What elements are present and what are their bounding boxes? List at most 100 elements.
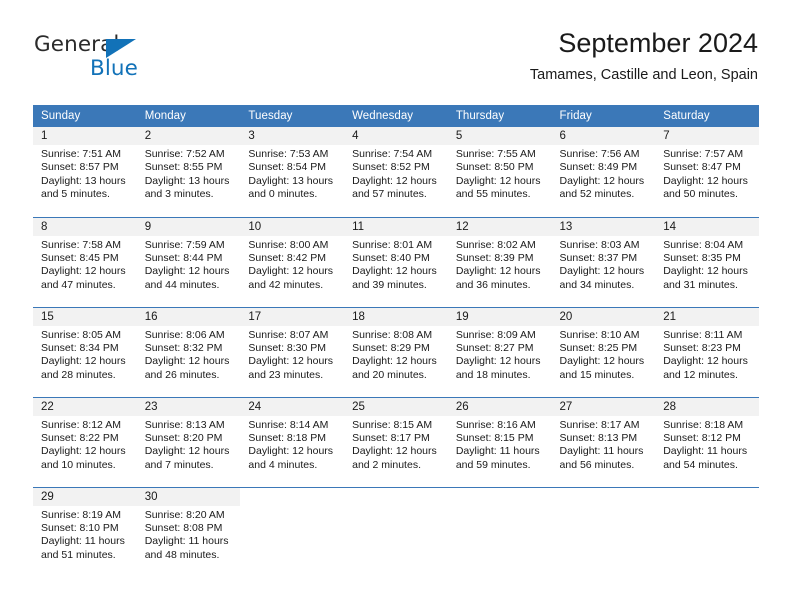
sunrise-text: Sunrise: 7:55 AM [455,148,536,160]
calendar-week-row: 22 Sunrise: 8:12 AM Sunset: 8:22 PM Dayligh… [33,396,759,487]
daylight-text-line1: Daylight: 12 hours [248,265,334,278]
day-details: Sunrise: 8:14 AM Sunset: 8:18 PM Daylight:… [240,416,344,473]
day-cell[interactable]: 18 Sunrise: 8:08 AM Sunset: 8:29 PM Dayligh… [344,306,448,397]
daylight-text-line1: Daylight: 12 hours [559,355,645,368]
sunrise-text: Sunrise: 8:09 AM [455,328,536,341]
day-details: Sunrise: 7:55 AM Sunset: 8:50 PM Daylight:… [448,145,552,202]
daylight-text-line1: Daylight: 12 hours [663,265,748,278]
sunset-text: Sunset: 8:29 PM [352,341,430,354]
daylight-text-line2: and 0 minutes. [248,188,318,201]
sunrise-text: Sunrise: 8:00 AM [248,238,329,251]
day-cell[interactable]: 19 Sunrise: 8:09 AM Sunset: 8:27 PM Dayligh… [447,306,552,397]
daylight-text-line2: and 50 minutes. [663,188,738,201]
sunset-text: Sunset: 8:34 PM [41,341,119,354]
day-cell[interactable]: 25 Sunrise: 8:15 AM Sunset: 8:17 PM Dayligh… [344,396,448,487]
day-cell[interactable]: 11 Sunrise: 8:01 AM Sunset: 8:40 PM Dayligh… [344,216,448,307]
weekday-header-monday: Monday [136,105,241,127]
daylight-text-line1: Daylight: 11 hours [41,535,125,548]
day-cell[interactable]: 23 Sunrise: 8:13 AM Sunset: 8:20 PM Dayligh… [136,396,241,487]
daylight-text-line2: and 59 minutes. [455,458,531,471]
day-number: 1 [33,127,137,145]
calendar-week-row: 15 Sunrise: 8:05 AM Sunset: 8:34 PM Dayligh… [33,306,759,397]
day-number: 12 [447,217,552,236]
day-cell[interactable]: 10 Sunrise: 8:00 AM Sunset: 8:42 PM Dayligh… [240,216,345,307]
day-cell[interactable]: 20 Sunrise: 8:10 AM Sunset: 8:25 PM Dayligh… [551,306,656,397]
day-cell[interactable]: 30 Sunrise: 8:20 AM Sunset: 8:08 PM Dayligh… [136,486,241,577]
sunset-text: Sunset: 8:44 PM [144,251,223,264]
daylight-text-line1: Daylight: 11 hours [144,535,229,548]
daylight-text-line1: Daylight: 12 hours [144,265,230,278]
sunrise-text: Sunrise: 8:14 AM [248,418,329,431]
day-cell[interactable]: 29 Sunrise: 8:19 AM Sunset: 8:10 PM Dayligh… [33,486,137,577]
daylight-text-line2: and 7 minutes. [144,458,214,471]
daylight-text-line2: and 44 minutes. [144,278,220,291]
day-cell[interactable]: 1 Sunrise: 7:51 AM Sunset: 8:57 PM Daylight… [33,127,137,217]
day-cell[interactable]: 3 Sunrise: 7:53 AM Sunset: 8:54 PM Daylight… [240,127,345,217]
daylight-text-line2: and 26 minutes. [144,368,220,381]
daylight-text-line1: Daylight: 12 hours [144,445,230,458]
day-cell[interactable]: 5 Sunrise: 7:55 AM Sunset: 8:50 PM Daylight… [447,127,552,217]
day-cell[interactable]: 17 Sunrise: 8:07 AM Sunset: 8:30 PM Dayligh… [240,306,345,397]
day-cell[interactable]: 14 Sunrise: 8:04 AM Sunset: 8:35 PM Dayligh… [655,216,759,307]
daylight-text-line1: Daylight: 12 hours [663,174,748,187]
sunrise-text: Sunrise: 7:51 AM [41,148,121,160]
daylight-text-line2: and 47 minutes. [41,278,116,291]
day-cell[interactable]: 12 Sunrise: 8:02 AM Sunset: 8:39 PM Dayligh… [447,216,552,307]
day-details: Sunrise: 7:51 AM Sunset: 8:57 PM Daylight:… [33,145,137,202]
day-number: 9 [136,217,241,236]
day-cell[interactable]: 27 Sunrise: 8:17 AM Sunset: 8:13 PM Dayligh… [551,396,656,487]
sunrise-text: Sunrise: 8:15 AM [352,418,433,431]
day-cell[interactable]: 22 Sunrise: 8:12 AM Sunset: 8:22 PM Dayligh… [33,396,137,487]
sunrise-text: Sunrise: 8:04 AM [663,238,744,251]
sunset-text: Sunset: 8:50 PM [455,161,534,174]
day-cell[interactable]: 16 Sunrise: 8:06 AM Sunset: 8:32 PM Dayligh… [136,306,241,397]
sunset-text: Sunset: 8:37 PM [559,251,638,264]
day-cell[interactable]: 13 Sunrise: 8:03 AM Sunset: 8:37 PM Dayligh… [551,216,656,307]
sunset-text: Sunset: 8:08 PM [144,521,223,534]
daylight-text-line2: and 4 minutes. [248,458,318,471]
day-number: 13 [551,217,656,236]
daylight-text-line1: Daylight: 12 hours [41,355,126,368]
sunrise-text: Sunrise: 8:12 AM [41,418,121,431]
daylight-text-line2: and 15 minutes. [559,368,635,381]
sunset-text: Sunset: 8:49 PM [559,161,638,174]
day-details: Sunrise: 8:07 AM Sunset: 8:30 PM Daylight:… [240,326,344,383]
weekday-header-saturday: Saturday [655,105,759,127]
day-details: Sunrise: 8:04 AM Sunset: 8:35 PM Daylight:… [655,236,759,293]
day-details: Sunrise: 8:11 AM Sunset: 8:23 PM Daylight:… [655,326,759,383]
daylight-text-line2: and 36 minutes. [455,278,531,291]
daylight-text-line2: and 51 minutes. [41,548,116,561]
day-cell[interactable]: 28 Sunrise: 8:18 AM Sunset: 8:12 PM Dayligh… [655,396,759,487]
day-details: Sunrise: 8:05 AM Sunset: 8:34 PM Daylight:… [33,326,137,383]
sunrise-text: Sunrise: 8:06 AM [144,328,225,341]
day-cell[interactable]: 15 Sunrise: 8:05 AM Sunset: 8:34 PM Dayligh… [33,306,137,397]
day-details: Sunrise: 8:17 AM Sunset: 8:13 PM Daylight:… [552,416,656,473]
sunrise-text: Sunrise: 7:54 AM [352,148,433,160]
day-cell[interactable]: 2 Sunrise: 7:52 AM Sunset: 8:55 PM Daylight… [136,127,241,217]
daylight-text-line1: Daylight: 13 hours [144,174,230,187]
day-number: 17 [240,307,345,326]
day-details: Sunrise: 8:19 AM Sunset: 8:10 PM Daylight:… [33,506,137,563]
day-cell[interactable]: 9 Sunrise: 7:59 AM Sunset: 8:44 PM Daylight… [136,216,241,307]
day-cell[interactable]: 4 Sunrise: 7:54 AM Sunset: 8:52 PM Daylight… [344,127,448,217]
day-cell[interactable]: 24 Sunrise: 8:14 AM Sunset: 8:18 PM Dayligh… [240,396,345,487]
day-cell[interactable]: 26 Sunrise: 8:16 AM Sunset: 8:15 PM Dayligh… [447,396,552,487]
day-details: Sunrise: 8:01 AM Sunset: 8:40 PM Daylight:… [344,236,448,293]
sunrise-text: Sunrise: 8:10 AM [559,328,640,341]
daylight-text-line2: and 2 minutes. [352,458,421,471]
day-number [655,488,759,506]
sunrise-sunset-calendar: Sunday Monday Tuesday Wednesday Thursday… [33,105,759,577]
sunrise-text: Sunrise: 7:52 AM [144,148,225,160]
day-cell[interactable]: 7 Sunrise: 7:57 AM Sunset: 8:47 PM Daylight… [655,127,759,217]
sunset-text: Sunset: 8:39 PM [455,251,534,264]
day-cell[interactable]: 8 Sunrise: 7:58 AM Sunset: 8:45 PM Daylight… [33,216,137,307]
day-cell[interactable]: 6 Sunrise: 7:56 AM Sunset: 8:49 PM Daylight… [551,127,656,217]
day-cell[interactable]: 21 Sunrise: 8:11 AM Sunset: 8:23 PM Dayligh… [655,306,759,397]
day-details: Sunrise: 8:10 AM Sunset: 8:25 PM Daylight:… [552,326,656,383]
day-number: 22 [33,397,137,416]
general-blue-logo[interactable]: General Blue [34,32,214,88]
sunrise-text: Sunrise: 8:19 AM [41,508,121,521]
day-number [552,488,656,506]
day-details: Sunrise: 8:16 AM Sunset: 8:15 PM Daylight:… [448,416,552,473]
daylight-text-line1: Daylight: 12 hours [352,265,437,278]
